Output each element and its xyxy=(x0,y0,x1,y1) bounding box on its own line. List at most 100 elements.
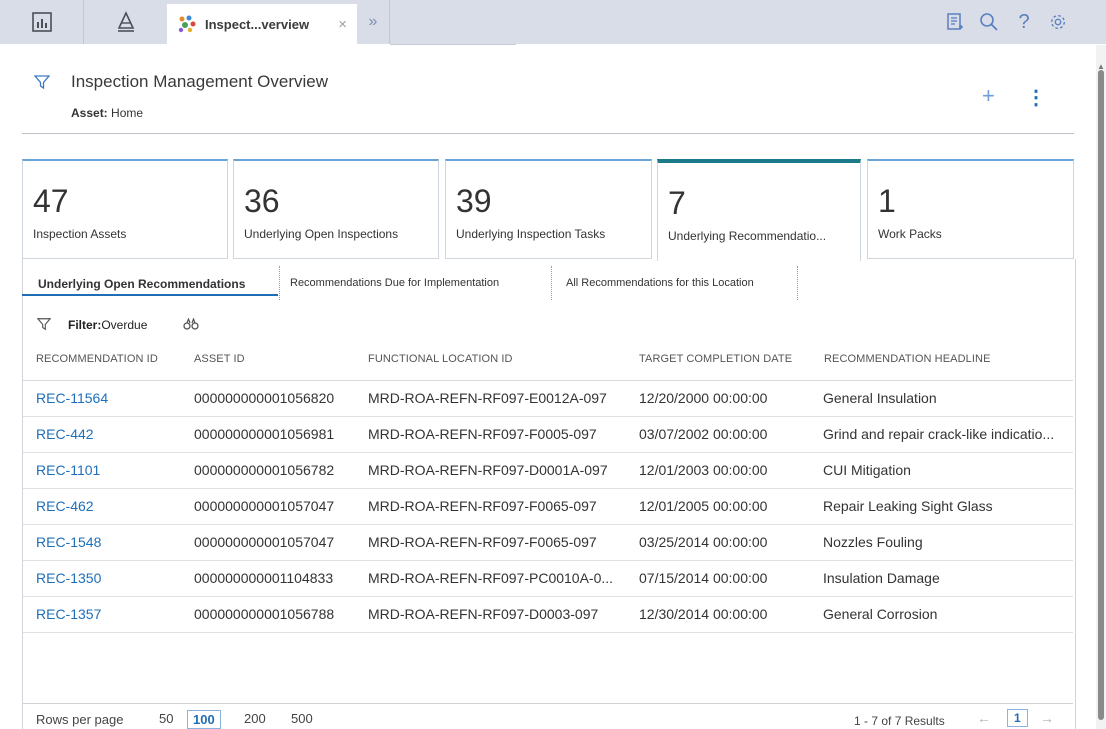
kpi-label: Underlying Recommendatio... xyxy=(668,229,827,243)
tab-label: Inspect...verview xyxy=(205,16,310,32)
asset-id-cell: 000000000001056981 xyxy=(194,426,335,442)
kpi-label: Underlying Open Inspections xyxy=(244,227,399,241)
active-subtab-indicator xyxy=(22,294,278,296)
rows-per-page-label: Rows per page xyxy=(36,712,124,727)
current-page-button[interactable]: 1 xyxy=(1007,709,1028,727)
rows-per-page-option-200[interactable]: 200 xyxy=(239,710,271,727)
target-date-cell: 12/20/2000 00:00:00 xyxy=(639,390,768,406)
kpi-inspection-tasks[interactable]: 39 Underlying Inspection Tasks xyxy=(445,159,652,259)
column-header-recommendation-headline[interactable]: RECOMMENDATION HEADLINE xyxy=(824,353,991,365)
results-count: 1 - 7 of 7 Results xyxy=(854,714,945,728)
headline-cell: Repair Leaking Sight Glass xyxy=(823,498,993,514)
footer-divider xyxy=(23,703,1073,704)
functional-location-cell: MRD-ROA-REFN-RF097-F0065-097 xyxy=(368,534,597,550)
subtab-all-recommendations[interactable]: All Recommendations for this Location xyxy=(566,277,754,289)
headline-cell: Grind and repair crack-like indicatio... xyxy=(823,426,1055,442)
subtab-divider xyxy=(797,266,798,300)
recommendation-id-link[interactable]: REC-1350 xyxy=(36,570,101,586)
functional-location-cell: MRD-ROA-REFN-RF097-D0001A-097 xyxy=(368,462,608,478)
table-row[interactable]: REC-1357 000000000001056788 MRD-ROA-REFN… xyxy=(23,597,1073,633)
help-icon[interactable]: ? xyxy=(1007,0,1041,44)
table-row[interactable]: REC-462 000000000001057047 MRD-ROA-REFN-… xyxy=(23,489,1073,525)
functional-location-cell: MRD-ROA-REFN-RF097-E0012A-097 xyxy=(368,390,607,406)
close-tab-icon[interactable]: × xyxy=(338,16,347,33)
previous-page-arrow-icon[interactable]: ← xyxy=(977,710,991,726)
asset-id-cell: 000000000001056788 xyxy=(194,606,335,622)
asset-context: Asset: Home xyxy=(71,106,143,120)
asset-id-cell: 000000000001056820 xyxy=(194,390,335,406)
recommendation-id-link[interactable]: REC-1548 xyxy=(36,534,101,550)
column-header-asset-id[interactable]: ASSET ID xyxy=(194,353,245,365)
notes-icon[interactable] xyxy=(938,0,972,44)
subtab-divider xyxy=(551,266,552,300)
rows-per-page-option-500[interactable]: 500 xyxy=(286,710,318,727)
binoculars-icon[interactable] xyxy=(183,318,199,330)
kpi-recommendations[interactable]: 7 Underlying Recommendatio... xyxy=(657,159,861,261)
table-row[interactable]: REC-1101 000000000001056782 MRD-ROA-REFN… xyxy=(23,453,1073,489)
next-page-arrow-icon[interactable]: → xyxy=(1040,710,1054,726)
search-icon[interactable] xyxy=(972,0,1006,44)
subtab-due-for-implementation[interactable]: Recommendations Due for Implementation xyxy=(290,277,499,289)
dashboard-button[interactable] xyxy=(0,0,83,44)
page-title: Inspection Management Overview xyxy=(71,72,329,91)
subtab-open-recommendations[interactable]: Underlying Open Recommendations xyxy=(38,277,245,291)
kpi-inspection-assets[interactable]: 47 Inspection Assets xyxy=(22,159,228,259)
asset-id-cell: 000000000001057047 xyxy=(194,498,335,514)
page-header: Inspection Management Overview Asset: Ho… xyxy=(0,45,1096,145)
recommendation-id-link[interactable]: REC-11564 xyxy=(36,390,108,406)
target-date-cell: 07/15/2014 00:00:00 xyxy=(639,570,768,586)
filter-label: Filter: xyxy=(68,318,102,332)
dashboard-icon xyxy=(31,11,53,33)
tabs-overflow-chevron-icon[interactable]: » xyxy=(358,0,388,44)
table-row[interactable]: REC-442 000000000001056981 MRD-ROA-REFN-… xyxy=(23,417,1073,453)
recommendation-id-link[interactable]: REC-442 xyxy=(36,426,94,442)
filter-summary: Filter:Overdue xyxy=(68,318,147,332)
target-date-cell: 12/01/2005 00:00:00 xyxy=(639,498,768,514)
column-header-recommendation-id[interactable]: RECOMMENDATION ID xyxy=(36,353,158,365)
column-header-functional-location-id[interactable]: FUNCTIONAL LOCATION ID xyxy=(368,353,513,365)
headline-cell: General Insulation xyxy=(823,390,937,406)
kpi-label: Work Packs xyxy=(878,227,942,241)
kpi-value: 1 xyxy=(878,183,896,219)
kpi-value: 36 xyxy=(244,183,280,219)
header-divider xyxy=(22,133,1074,134)
kpi-value: 7 xyxy=(668,185,686,221)
recommendation-id-link[interactable]: REC-1101 xyxy=(36,462,100,478)
rows-per-page-option-50[interactable]: 50 xyxy=(154,710,178,727)
tab-inspection-overview[interactable]: Inspect...verview × xyxy=(167,4,357,44)
kpi-label: Underlying Inspection Tasks xyxy=(456,227,606,241)
functional-location-cell: MRD-ROA-REFN-RF097-PC0010A-0... xyxy=(368,570,614,586)
asset-id-cell: 000000000001104833 xyxy=(194,570,334,586)
headline-cell: Insulation Damage xyxy=(823,570,940,586)
asset-value: Home xyxy=(111,106,144,120)
kpi-label: Inspection Assets xyxy=(33,227,127,241)
scroll-up-icon[interactable]: ▲ xyxy=(1096,62,1106,71)
filter-icon[interactable] xyxy=(37,317,51,331)
add-button[interactable]: + xyxy=(982,83,995,109)
functional-location-cell: MRD-ROA-REFN-RF097-F0065-097 xyxy=(368,498,597,514)
more-options-icon[interactable]: ⋮ xyxy=(1026,85,1046,110)
recommendation-id-link[interactable]: REC-1357 xyxy=(36,606,101,622)
column-header-target-completion-date[interactable]: TARGET COMPLETION DATE xyxy=(639,353,792,365)
kpi-open-inspections[interactable]: 36 Underlying Open Inspections xyxy=(233,159,439,259)
app-toolbar: Inspect...verview × » ? xyxy=(0,0,1106,44)
kpi-value: 39 xyxy=(456,183,492,219)
table-row[interactable]: REC-1548 000000000001057047 MRD-ROA-REFN… xyxy=(23,525,1073,561)
target-date-cell: 03/25/2014 00:00:00 xyxy=(639,534,768,550)
asset-hierarchy-icon xyxy=(115,11,137,33)
kpi-work-packs[interactable]: 1 Work Packs xyxy=(867,159,1074,259)
table-row[interactable]: REC-1350 000000000001104833 MRD-ROA-REFN… xyxy=(23,561,1073,597)
asset-label: Asset: xyxy=(71,106,108,120)
app-tab-icon xyxy=(177,14,197,34)
table-row[interactable]: REC-11564 000000000001056820 MRD-ROA-REF… xyxy=(23,381,1073,417)
asset-id-cell: 000000000001056782 xyxy=(194,462,335,478)
settings-icon[interactable] xyxy=(1041,0,1075,44)
subtab-divider xyxy=(279,266,280,300)
rows-per-page-option-100[interactable]: 100 xyxy=(187,710,221,729)
filter-value: Overdue xyxy=(101,318,148,332)
filter-toggle-icon[interactable] xyxy=(34,74,50,90)
recommendation-id-link[interactable]: REC-462 xyxy=(36,498,94,514)
scrollbar-thumb[interactable] xyxy=(1098,70,1104,720)
asset-id-cell: 000000000001057047 xyxy=(194,534,335,550)
asset-hierarchy-button[interactable] xyxy=(84,0,167,44)
